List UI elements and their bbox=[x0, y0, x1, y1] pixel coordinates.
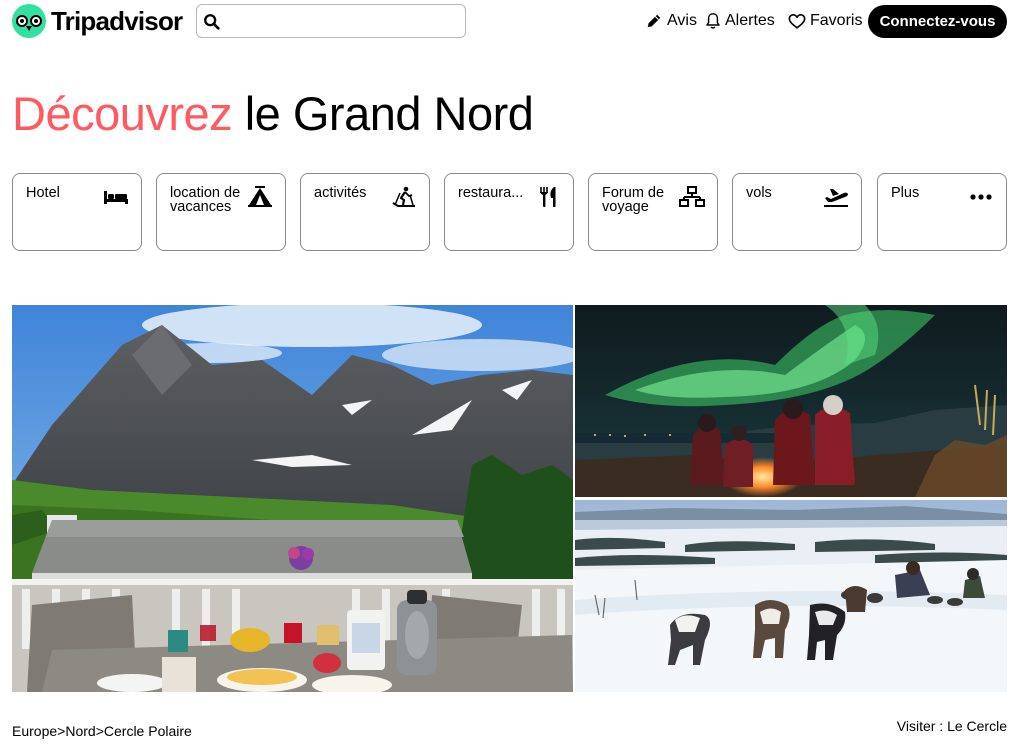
nav-alertes[interactable]: Alertes bbox=[705, 10, 775, 32]
fork-knife-icon bbox=[539, 187, 556, 207]
bell-icon bbox=[706, 13, 720, 29]
pencil-icon bbox=[647, 14, 661, 28]
search-box[interactable] bbox=[196, 4, 466, 38]
network-icon bbox=[679, 186, 705, 207]
category-label: restaura... bbox=[458, 185, 524, 201]
page-title: Découvrez le Grand Nord bbox=[12, 86, 534, 141]
breadcrumb-item-europe[interactable]: Europe bbox=[12, 723, 57, 739]
category-label: Plus bbox=[891, 185, 920, 201]
photo-northern-lights[interactable] bbox=[575, 305, 1007, 497]
category-activites[interactable]: activités bbox=[300, 173, 430, 251]
category-location-vacances[interactable]: location de vacances bbox=[156, 173, 286, 251]
nav-favoris[interactable]: Favoris bbox=[788, 10, 862, 32]
category-label: Forum de voyage bbox=[602, 185, 665, 215]
title-accent: Découvrez bbox=[12, 87, 233, 140]
photo-mountain-breakfast[interactable] bbox=[12, 305, 573, 692]
category-forum[interactable]: Forum de voyage bbox=[588, 173, 718, 251]
breadcrumb-separator: > bbox=[95, 723, 104, 739]
tent-icon bbox=[248, 186, 272, 207]
brand-name: Tripadvisor bbox=[51, 5, 183, 36]
tripadvisor-logo[interactable]: Tripadvisor bbox=[12, 4, 183, 38]
category-label: Hotel bbox=[26, 185, 60, 201]
search-icon bbox=[204, 14, 220, 30]
skiing-icon bbox=[392, 186, 415, 207]
breadcrumb-separator: > bbox=[57, 723, 66, 739]
breadcrumb: Europe > Nord > Cercle Polaire bbox=[12, 723, 192, 739]
breadcrumb-item-cercle-polaire[interactable]: Cercle Polaire bbox=[104, 723, 192, 739]
category-restaurants[interactable]: restaura... bbox=[444, 173, 574, 251]
search-input[interactable] bbox=[225, 9, 459, 33]
photo-dog-sledding[interactable] bbox=[575, 500, 1007, 692]
category-label: activités bbox=[314, 185, 367, 201]
bed-icon bbox=[104, 191, 128, 204]
visit-link[interactable]: Visiter : Le Cercle bbox=[897, 718, 1007, 734]
photo-grid bbox=[12, 305, 1007, 692]
category-row: Hotel location de vacances activités res… bbox=[12, 173, 1007, 251]
category-hotel[interactable]: Hotel bbox=[12, 173, 142, 251]
title-rest: le Grand Nord bbox=[232, 87, 534, 140]
category-vols[interactable]: vols bbox=[732, 173, 862, 251]
connect-button[interactable]: Connectez-vous bbox=[868, 5, 1007, 38]
category-label: vols bbox=[746, 185, 772, 201]
category-label: location de vacances bbox=[170, 185, 241, 215]
nav-alertes-label: Alertes bbox=[725, 12, 775, 29]
plane-icon bbox=[824, 189, 848, 207]
nav-avis[interactable]: Avis bbox=[645, 10, 697, 32]
breadcrumb-item-nord[interactable]: Nord bbox=[65, 723, 95, 739]
owl-logo-icon bbox=[12, 4, 46, 38]
nav-favoris-label: Favoris bbox=[810, 12, 863, 29]
heart-icon bbox=[788, 13, 806, 29]
category-plus[interactable]: Plus bbox=[877, 173, 1007, 251]
more-dots-icon bbox=[970, 194, 992, 200]
nav-avis-label: Avis bbox=[667, 12, 697, 29]
top-header: Tripadvisor Avis Alertes Favoris Connect… bbox=[0, 0, 1018, 42]
